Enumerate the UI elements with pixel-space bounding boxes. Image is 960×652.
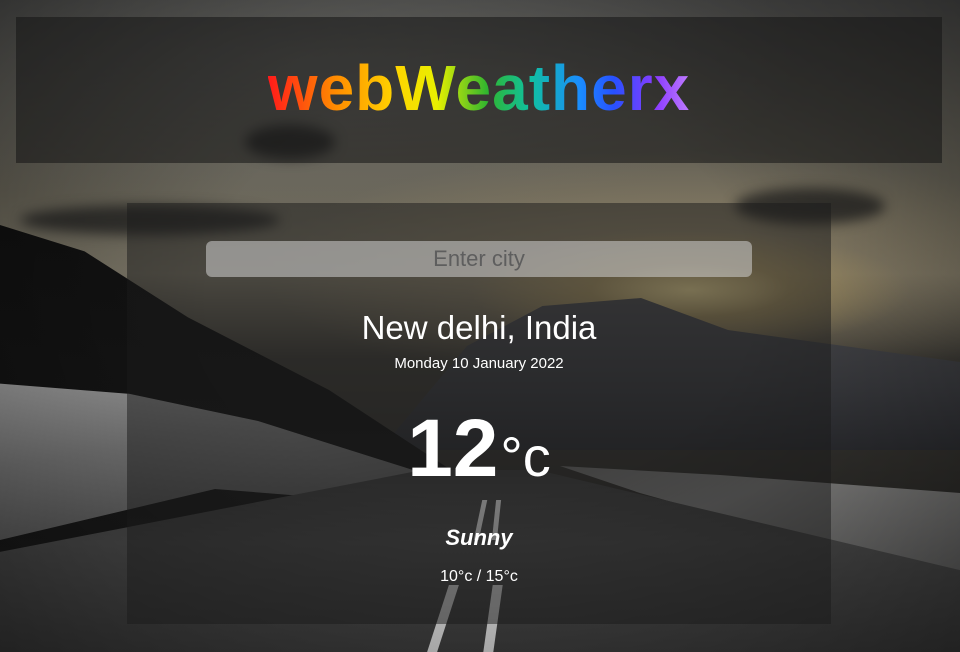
app-logo: webWeatherx [267, 52, 691, 124]
temperature-range: 10°c / 15°c [440, 568, 518, 585]
temperature-value: 12 [407, 403, 499, 494]
app-root: webWeatherx New delhi, India Monday 10 J… [0, 0, 960, 652]
weather-card: New delhi, India Monday 10 January 2022 … [127, 203, 831, 624]
date-label: Monday 10 January 2022 [394, 355, 564, 372]
city-search-input[interactable] [206, 241, 752, 277]
weather-condition: Sunny [445, 525, 513, 550]
location-label: New delhi, India [361, 309, 597, 346]
temperature-display: 12°c [127, 408, 831, 490]
header-bar: webWeatherx [16, 17, 942, 163]
temperature-unit: °c [500, 425, 551, 488]
